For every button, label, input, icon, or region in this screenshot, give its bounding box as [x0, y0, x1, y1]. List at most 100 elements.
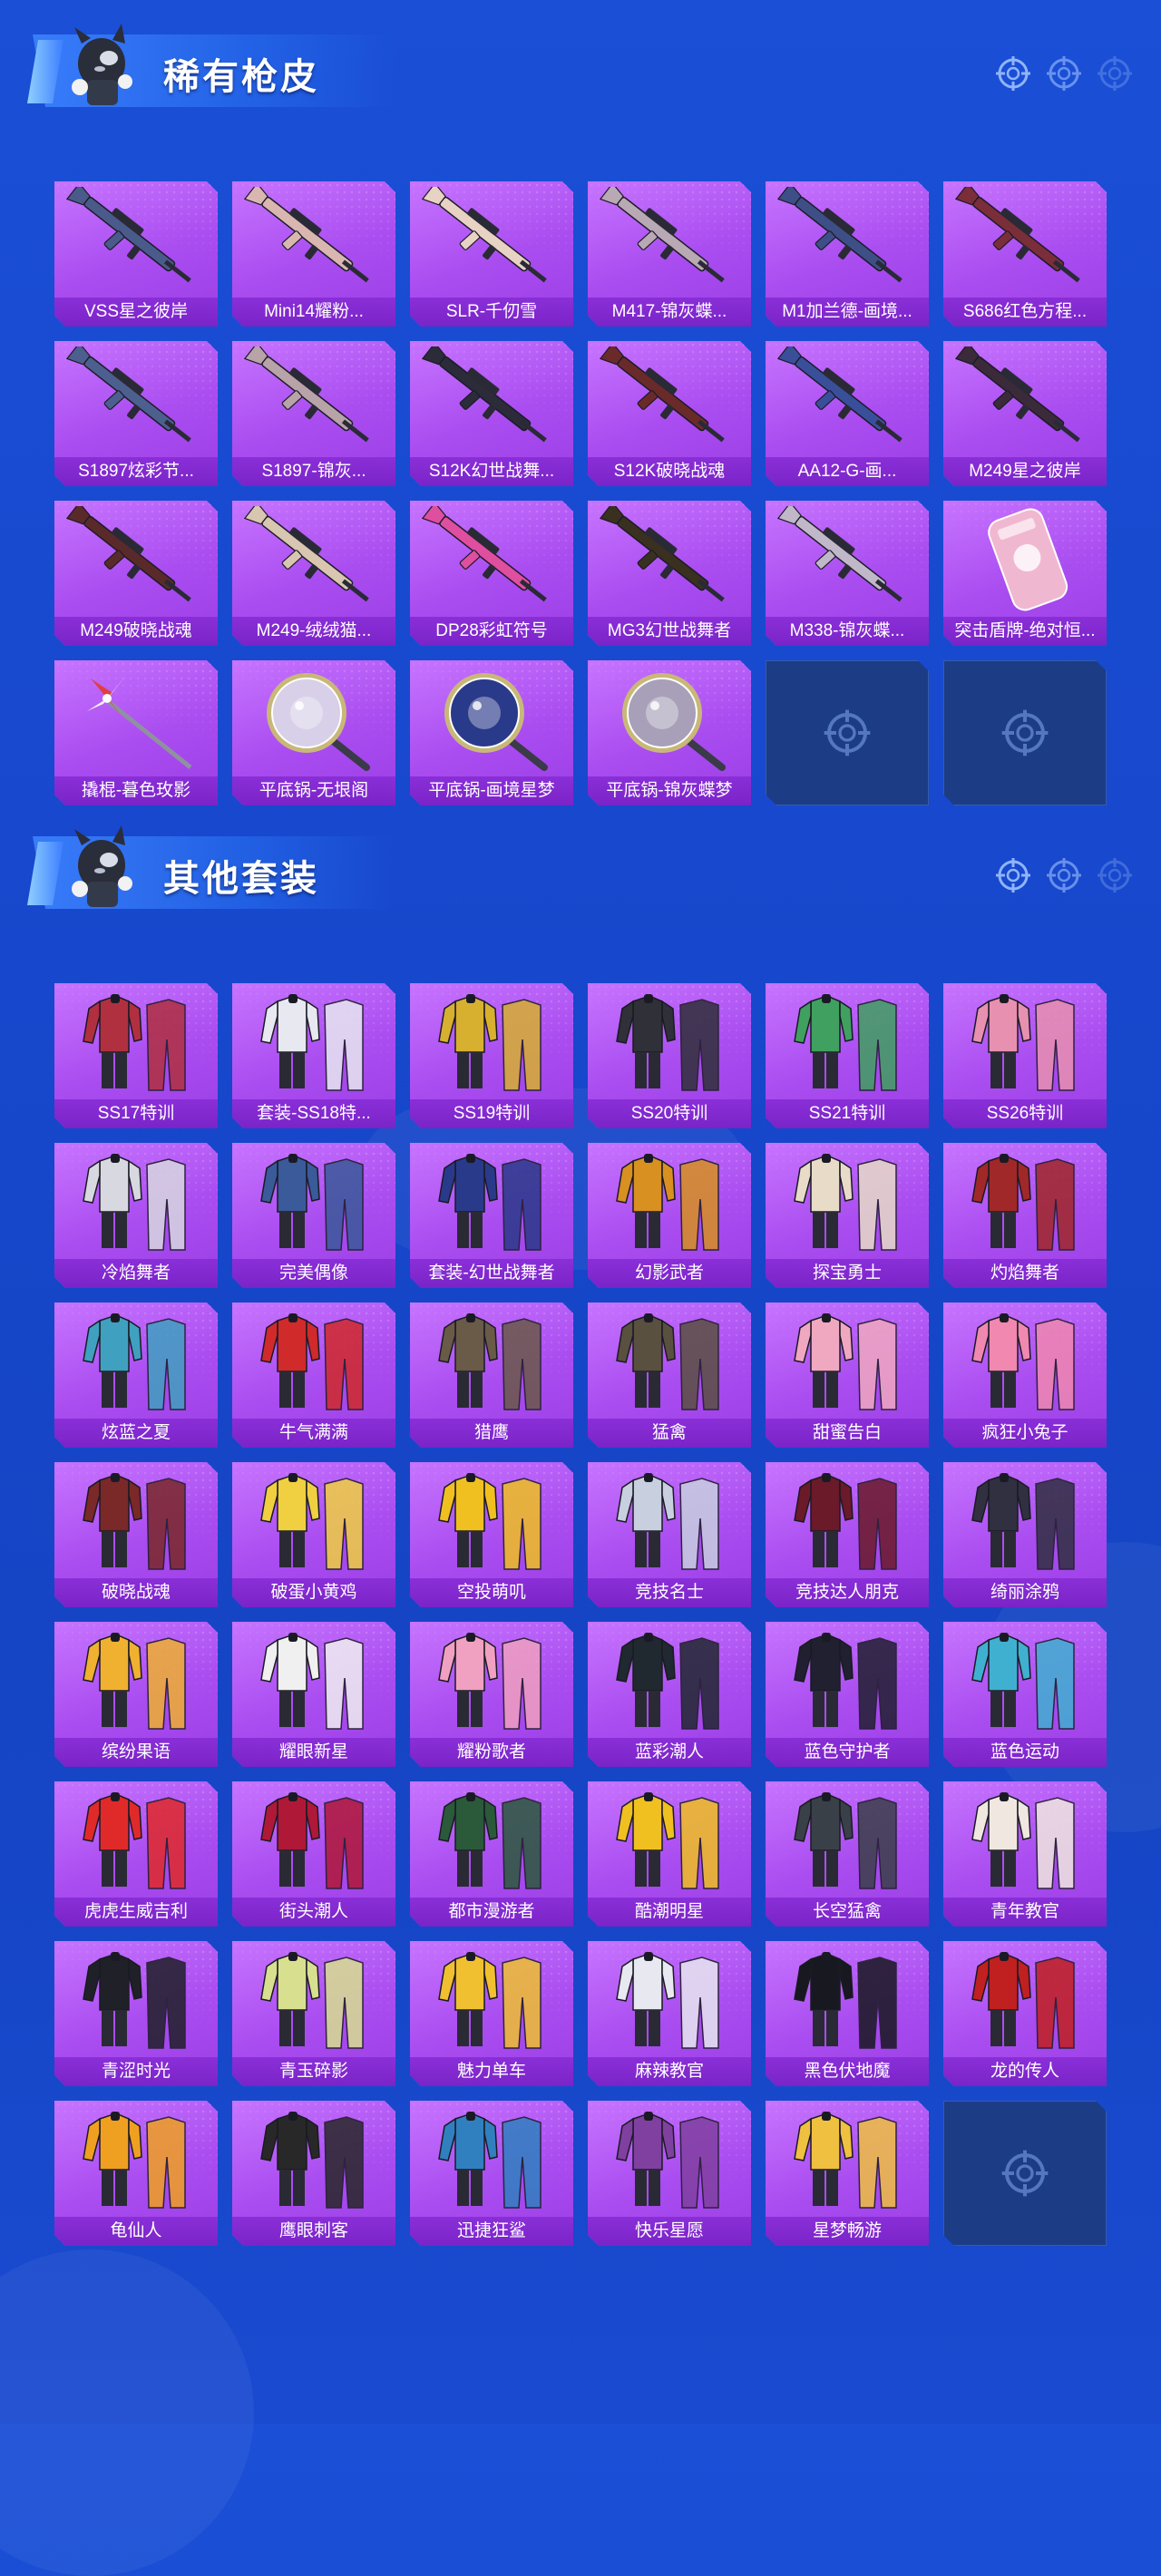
skin-card[interactable]: M338-锦灰蝶... [766, 501, 929, 646]
outfit-card[interactable]: 猛禽 [588, 1303, 751, 1448]
outfit-card[interactable]: 幻影武者 [588, 1143, 751, 1288]
outfit-card[interactable]: 龙的传人 [943, 1941, 1107, 2086]
outfit-card[interactable]: 完美偶像 [232, 1143, 395, 1288]
item-label: 竞技达人朋克 [766, 1578, 929, 1607]
outfit-card[interactable]: 空投萌叽 [410, 1462, 573, 1607]
item-label: MG3幻世战舞者 [588, 617, 751, 646]
outfit-card[interactable]: 破蛋小黄鸡 [232, 1462, 395, 1607]
outfit-card[interactable]: 耀粉歌者 [410, 1622, 573, 1767]
skin-card[interactable]: 撬棍-暮色玫影 [54, 660, 218, 805]
outfit-card[interactable]: 绮丽涂鸦 [943, 1462, 1107, 1607]
item-label: 蓝彩潮人 [588, 1738, 751, 1767]
suit-image [597, 1787, 742, 1894]
suit-image [419, 1148, 564, 1255]
suit-image [419, 1787, 564, 1894]
outfit-card[interactable]: 鹰眼刺客 [232, 2101, 395, 2246]
outfit-card[interactable]: SS19特训 [410, 983, 573, 1128]
skin-card[interactable]: M249-绒绒猫... [232, 501, 395, 646]
skin-card[interactable]: MG3幻世战舞者 [588, 501, 751, 646]
outfit-card[interactable]: 猎鹰 [410, 1303, 573, 1448]
outfit-card[interactable]: 快乐星愿 [588, 2101, 751, 2246]
suit-image [597, 989, 742, 1096]
crosshair-icon [822, 707, 873, 758]
item-label: DP28彩虹符号 [410, 617, 573, 646]
outfit-card[interactable]: 都市漫游者 [410, 1781, 573, 1927]
skin-card[interactable]: S1897炫彩节... [54, 341, 218, 486]
skin-card[interactable]: VSS星之彼岸 [54, 181, 218, 327]
skin-card[interactable]: M417-锦灰蝶... [588, 181, 751, 327]
skin-card[interactable]: 突击盾牌-绝对恒... [943, 501, 1107, 646]
skin-card[interactable]: 平底锅-锦灰蝶梦 [588, 660, 751, 805]
outfit-card[interactable]: SS26特训 [943, 983, 1107, 1128]
outfit-card[interactable]: 龟仙人 [54, 2101, 218, 2246]
outfit-card[interactable]: 竞技名士 [588, 1462, 751, 1607]
outfit-card[interactable]: 探宝勇士 [766, 1143, 929, 1288]
gun-image [241, 182, 386, 294]
suit-image [241, 1627, 386, 1734]
outfit-card[interactable]: 蓝彩潮人 [588, 1622, 751, 1767]
skin-card[interactable]: M249星之彼岸 [943, 341, 1107, 486]
item-label: VSS星之彼岸 [54, 298, 218, 327]
outfit-card[interactable]: 长空猛禽 [766, 1781, 929, 1927]
outfit-card[interactable]: 冷焰舞者 [54, 1143, 218, 1288]
outfit-card[interactable]: 炫蓝之夏 [54, 1303, 218, 1448]
suit-image [597, 1627, 742, 1734]
gun-image [63, 342, 209, 454]
suit-image [597, 1947, 742, 2054]
suit-image [952, 1308, 1098, 1415]
gun-image [775, 342, 920, 454]
outfit-card[interactable]: 青玉碎影 [232, 1941, 395, 2086]
outfit-card[interactable]: 青年教官 [943, 1781, 1107, 1927]
skin-card[interactable]: S12K破晓战魂 [588, 341, 751, 486]
item-label: M249星之彼岸 [943, 457, 1107, 486]
skin-card[interactable]: M1加兰德-画境... [766, 181, 929, 327]
outfit-card[interactable]: 酷潮明星 [588, 1781, 751, 1927]
skin-card[interactable]: DP28彩虹符号 [410, 501, 573, 646]
skin-card[interactable]: 平底锅-无垠阁 [232, 660, 395, 805]
item-label: S12K破晓战魂 [588, 457, 751, 486]
skin-card[interactable]: Mini14耀粉... [232, 181, 395, 327]
outfit-card[interactable]: 破晓战魂 [54, 1462, 218, 1607]
suit-image [241, 1787, 386, 1894]
suit-image [597, 1148, 742, 1255]
suit-image [597, 1308, 742, 1415]
outfit-card[interactable]: 灼焰舞者 [943, 1143, 1107, 1288]
outfit-card[interactable]: 星梦畅游 [766, 2101, 929, 2246]
outfit-card[interactable]: SS17特训 [54, 983, 218, 1128]
suit-image [597, 1468, 742, 1575]
outfit-card[interactable]: 青涩时光 [54, 1941, 218, 2086]
outfit-card[interactable]: 迅捷狂鲨 [410, 2101, 573, 2246]
crosshair-icon [1096, 856, 1134, 894]
outfit-card[interactable]: 套装-SS18特... [232, 983, 395, 1128]
suit-image [63, 1627, 209, 1734]
outfit-card[interactable]: 甜蜜告白 [766, 1303, 929, 1448]
outfit-card[interactable]: 麻辣教官 [588, 1941, 751, 2086]
outfit-card[interactable]: 疯狂小兔子 [943, 1303, 1107, 1448]
section-title: 其他套装 [163, 859, 319, 899]
crosshair-decoration [994, 54, 1134, 93]
outfit-card[interactable]: 耀眼新星 [232, 1622, 395, 1767]
outfit-card[interactable]: 套装-幻世战舞者 [410, 1143, 573, 1288]
outfit-card[interactable]: SS20特训 [588, 983, 751, 1128]
outfit-card[interactable]: 虎虎生威吉利 [54, 1781, 218, 1927]
outfit-card[interactable]: 街头潮人 [232, 1781, 395, 1927]
item-label: S1897炫彩节... [54, 457, 218, 486]
outfit-card[interactable]: 蓝色运动 [943, 1622, 1107, 1767]
outfit-card[interactable]: 黑色伏地魔 [766, 1941, 929, 2086]
outfit-card[interactable]: 竞技达人朋克 [766, 1462, 929, 1607]
gun-image [241, 342, 386, 454]
skin-card[interactable]: AA12-G-画... [766, 341, 929, 486]
gun-image [597, 182, 742, 294]
empty-slot [943, 660, 1107, 805]
skin-card[interactable]: S12K幻世战舞... [410, 341, 573, 486]
skin-card[interactable]: S686红色方程... [943, 181, 1107, 327]
outfit-card[interactable]: 蓝色守护者 [766, 1622, 929, 1767]
skin-card[interactable]: 平底锅-画境星梦 [410, 660, 573, 805]
outfit-card[interactable]: SS21特训 [766, 983, 929, 1128]
skin-card[interactable]: M249破晓战魂 [54, 501, 218, 646]
outfit-card[interactable]: 魅力单车 [410, 1941, 573, 2086]
skin-card[interactable]: SLR-千仞雪 [410, 181, 573, 327]
outfit-card[interactable]: 牛气满满 [232, 1303, 395, 1448]
skin-card[interactable]: S1897-锦灰... [232, 341, 395, 486]
outfit-card[interactable]: 缤纷果语 [54, 1622, 218, 1767]
